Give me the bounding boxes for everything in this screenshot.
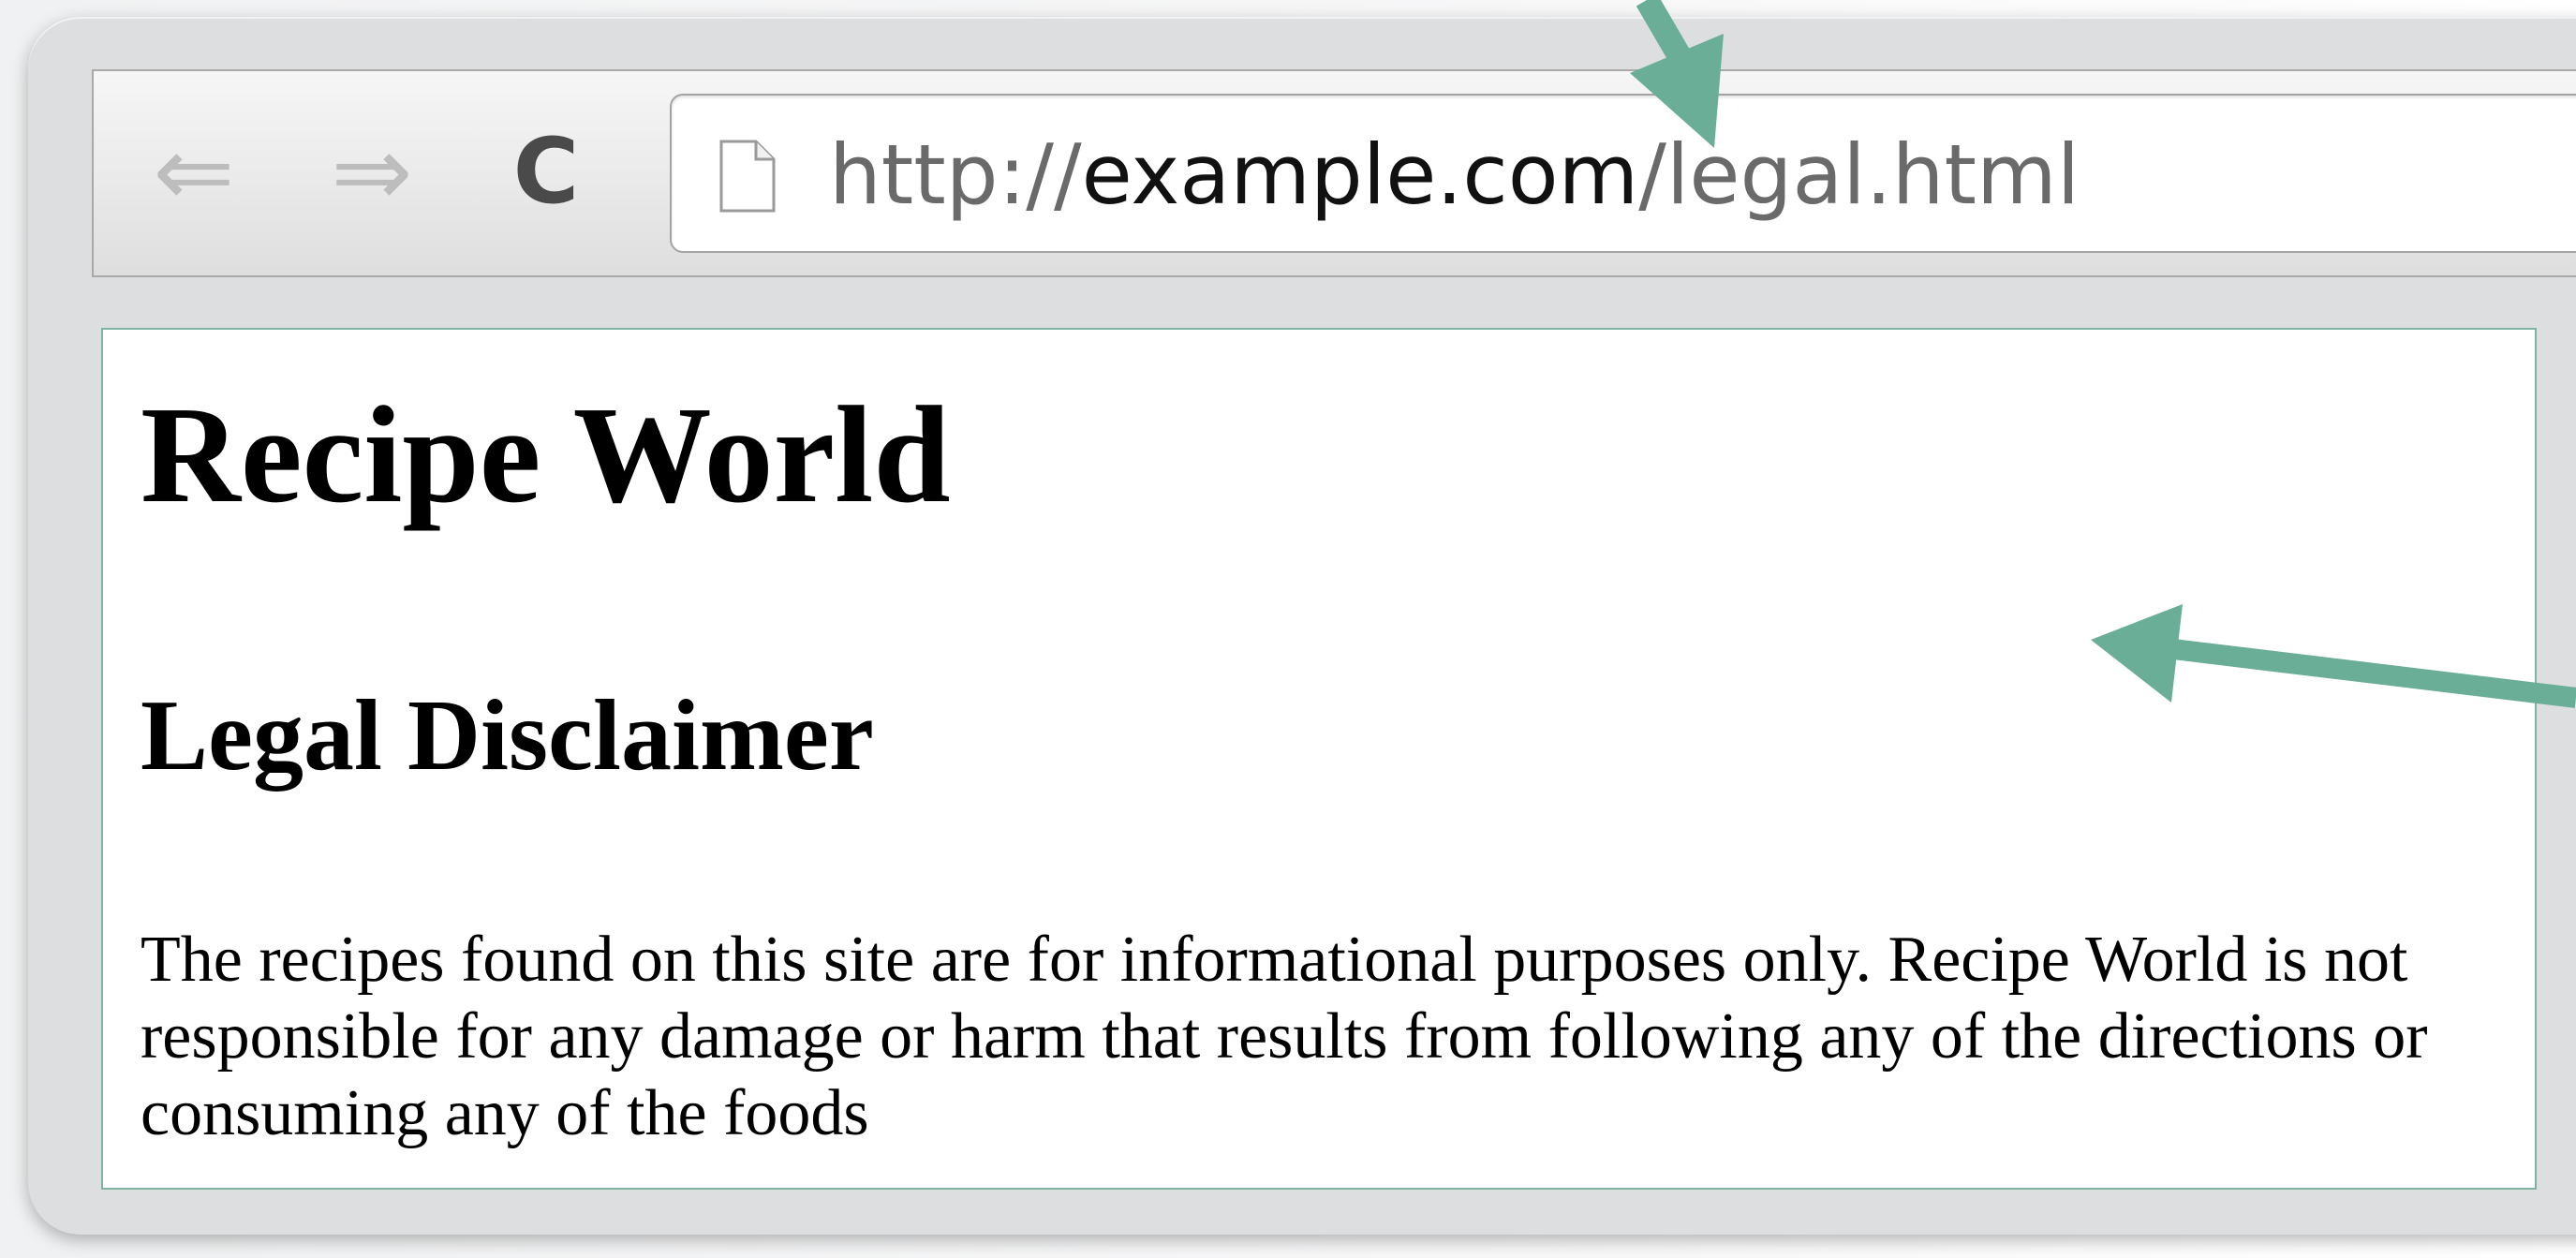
url-scheme: http:// xyxy=(829,126,1082,223)
forward-glyph: ⇒ xyxy=(331,114,413,229)
screenshot-stage: ⇐ ⇒ C http://example.com/legal.html Reci… xyxy=(0,0,2576,1258)
browser-toolbar: ⇐ ⇒ C http://example.com/legal.html xyxy=(92,69,2576,277)
site-title: Recipe World xyxy=(141,378,951,532)
address-bar[interactable]: http://example.com/legal.html xyxy=(670,94,2576,253)
disclaimer-text: The recipes found on this site are for i… xyxy=(141,924,2428,1149)
page-document-icon xyxy=(719,140,776,213)
page-content: Recipe World Legal Disclaimer The recipe… xyxy=(101,328,2537,1190)
section-title: Legal Disclaimer xyxy=(141,680,874,792)
reload-icon[interactable]: C xyxy=(495,120,598,223)
url-host: example.com xyxy=(1081,126,1639,223)
url-text[interactable]: http://example.com/legal.html xyxy=(829,124,2080,227)
url-path: /legal.html xyxy=(1638,126,2080,223)
reload-glyph: C xyxy=(512,119,580,224)
back-arrow-icon[interactable]: ⇐ xyxy=(142,120,245,223)
forward-arrow-icon[interactable]: ⇒ xyxy=(320,120,423,223)
back-glyph: ⇐ xyxy=(153,114,235,229)
